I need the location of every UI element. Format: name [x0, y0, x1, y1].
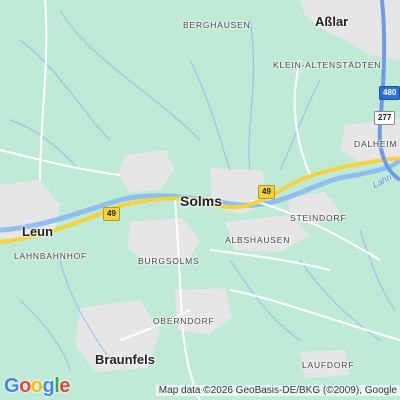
logo-letter-e: e	[59, 375, 70, 397]
town-leun[interactable]: Leun	[22, 224, 53, 239]
logo-letter-g2: g	[42, 375, 55, 397]
village-dalheim[interactable]: DALHEIM	[354, 139, 397, 149]
village-oberndorf[interactable]: OBERNDORF	[153, 316, 215, 326]
village-albshausen[interactable]: ALBSHAUSEN	[225, 235, 290, 245]
village-berghausen[interactable]: BERGHAUSEN	[183, 20, 251, 30]
route-shield-b49-west: 49	[103, 207, 120, 221]
logo-letter-o1: o	[19, 375, 31, 397]
village-lahnbahnhof[interactable]: LAHNBAHNHOF	[14, 251, 87, 261]
town-asslar[interactable]: Aßlar	[315, 14, 348, 29]
town-solms[interactable]: Solms	[180, 193, 222, 209]
village-klein-altenstaedten[interactable]: KLEIN-ALTENSTÄDTEN	[273, 60, 381, 70]
town-braunfels[interactable]: Braunfels	[95, 352, 155, 367]
route-shield-b49-east: 49	[258, 185, 275, 199]
village-laufdorf[interactable]: LAUFDORF	[302, 360, 354, 370]
urban-solms-north	[118, 150, 175, 192]
map-attribution[interactable]: Map data ©2026 GeoBasis-DE/BKG (©2009), …	[155, 385, 400, 396]
map-canvas[interactable]: Aßlar Solms Leun Braunfels BERGHAUSEN KL…	[0, 0, 400, 400]
google-logo[interactable]: Google	[4, 375, 70, 398]
logo-letter-g1: G	[4, 375, 20, 397]
route-shield-a480: 480	[379, 86, 400, 100]
route-shield-277: 277	[374, 111, 396, 125]
village-steindorf[interactable]: STEINDORF	[290, 213, 346, 223]
logo-letter-o2: o	[30, 375, 43, 397]
village-burgsolms[interactable]: BURGSOLMS	[138, 256, 200, 266]
